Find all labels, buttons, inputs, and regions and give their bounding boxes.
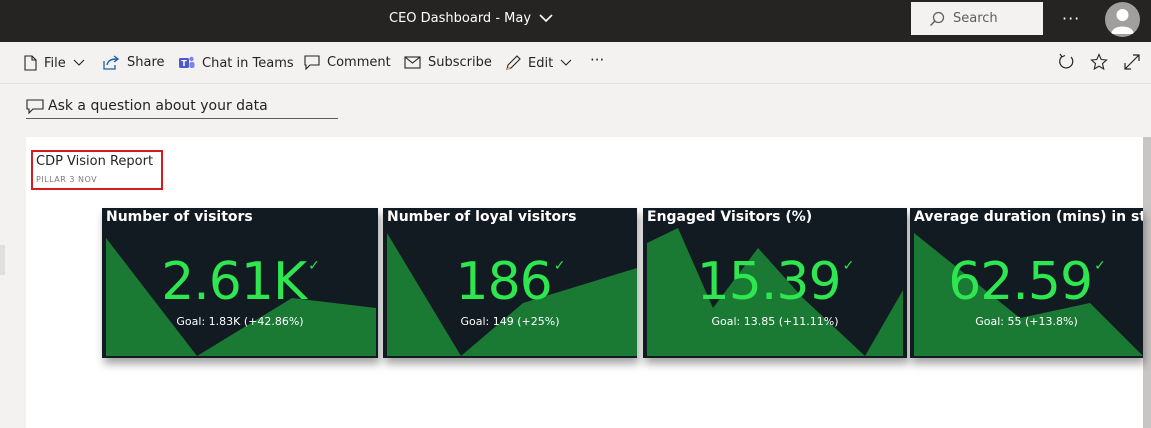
kpi-card-average-duration[interactable]: Average duration (mins) in store 62.59✓ … (910, 208, 1143, 358)
search-icon (930, 11, 945, 26)
kpi-goal: Goal: 13.85 (+11.11%) (711, 315, 839, 328)
file-menu[interactable]: File (24, 55, 85, 71)
checkmark-icon: ✓ (1094, 258, 1106, 274)
kpi-label: Engaged Visitors (%) (647, 209, 813, 225)
teams-icon: T (179, 56, 195, 68)
teams-label: Chat in Teams (202, 55, 294, 71)
report-title-dropdown[interactable]: CEO Dashboard - May (389, 11, 553, 26)
avatar[interactable] (1105, 2, 1140, 37)
kpi-card-loyal-visitors[interactable]: Number of loyal visitors 186 ✓ Goal: 149 … (383, 208, 637, 358)
kpi-value-text: 15.39 (696, 252, 842, 312)
edit-label: Edit (528, 55, 554, 71)
kpi-label: Number of loyal visitors (387, 209, 577, 225)
kpi-card-engaged-visitors[interactable]: Engaged Visitors (%) 15.39 ✓ Goal: 13.85 … (643, 208, 907, 358)
command-bar: File Share T Chat in Teams Comment Subsc… (0, 43, 1151, 84)
mail-icon (404, 56, 421, 69)
expand-icon[interactable] (1123, 53, 1141, 71)
kpi-card-visitors[interactable]: Number of visitors 2.61K ✓ Goal: 1.83K (+… (102, 208, 378, 358)
kpi-value: 186 ✓ (383, 252, 637, 312)
subscribe-button[interactable]: Subscribe (404, 55, 492, 70)
checkmark-icon: ✓ (308, 258, 320, 274)
svg-text:T: T (181, 59, 187, 68)
star-icon[interactable] (1090, 53, 1108, 71)
comment-label: Comment (327, 55, 391, 70)
kpi-goal: Goal: 149 (+25%) (460, 315, 560, 328)
kpi-value: 15.39 ✓ (643, 252, 907, 312)
kpi-label: Number of visitors (106, 209, 253, 225)
file-label: File (44, 55, 66, 71)
kpi-goal: Goal: 1.83K (+42.86%) (176, 315, 304, 328)
more-commands-icon[interactable]: ··· (590, 51, 604, 69)
more-options-icon[interactable]: ··· (1062, 9, 1080, 28)
chevron-down-icon (539, 14, 553, 23)
chat-in-teams-button[interactable]: T Chat in Teams (178, 55, 294, 71)
edit-menu[interactable]: Edit (505, 55, 572, 71)
kpi-value-text: 62.59 (948, 252, 1093, 312)
report-subheading: PILLAR 3 NOV (36, 175, 98, 184)
side-handle (0, 245, 5, 275)
scrollbar[interactable] (1143, 137, 1151, 428)
kpi-goal: Goal: 55 (+13.8%) (975, 315, 1078, 328)
report-title-text: CEO Dashboard - May (389, 11, 532, 26)
refresh-icon[interactable] (1057, 53, 1075, 71)
kpi-label: Average duration (mins) in store (914, 209, 1143, 225)
top-bar: CEO Dashboard - May Search ··· (0, 0, 1151, 42)
share-button[interactable]: Share (103, 55, 165, 70)
share-icon (103, 55, 120, 70)
kpi-value: 62.59 ✓ (910, 252, 1143, 312)
pencil-icon (506, 55, 521, 70)
subscribe-label: Subscribe (428, 55, 492, 70)
qna-placeholder: Ask a question about your data (48, 98, 268, 114)
comment-icon (26, 99, 44, 114)
search-box[interactable]: Search (911, 2, 1043, 35)
qna-input[interactable]: Ask a question about your data (26, 94, 338, 119)
file-icon (24, 55, 37, 71)
kpi-value: 2.61K ✓ (102, 252, 378, 312)
report-heading: CDP Vision Report (36, 154, 154, 169)
chevron-down-icon (560, 59, 572, 66)
checkmark-icon: ✓ (553, 258, 566, 274)
chevron-down-icon (73, 59, 85, 66)
user-icon (1111, 9, 1134, 34)
comment-icon (304, 55, 320, 70)
comment-button[interactable]: Comment (304, 55, 391, 70)
kpi-value-text: 2.61K (161, 252, 307, 312)
search-placeholder: Search (953, 11, 998, 26)
kpi-value-text: 186 (455, 252, 553, 312)
share-label: Share (127, 55, 165, 70)
checkmark-icon: ✓ (842, 258, 855, 274)
